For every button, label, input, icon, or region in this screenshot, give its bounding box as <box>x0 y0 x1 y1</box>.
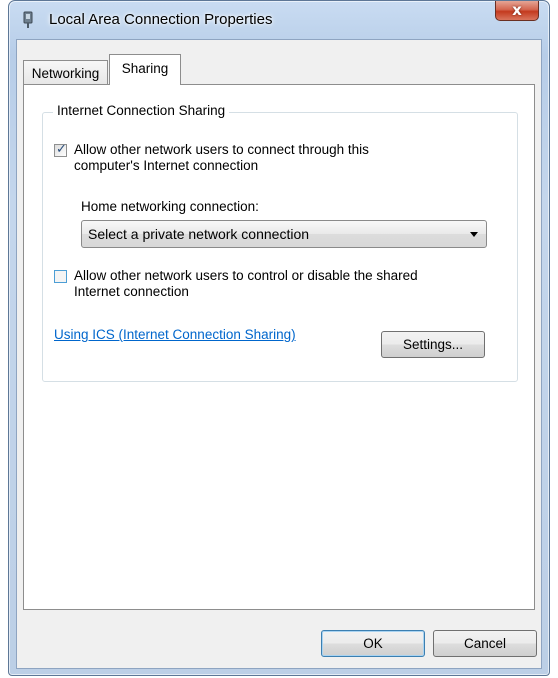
title-bar[interactable]: Local Area Connection Properties x <box>9 1 549 39</box>
home-networking-label: Home networking connection: <box>81 199 259 214</box>
checkmark-icon: ✓ <box>56 142 67 157</box>
tab-networking[interactable]: Networking <box>23 60 108 84</box>
home-networking-select[interactable]: Select a private network connection <box>81 220 487 248</box>
close-button[interactable]: x <box>495 1 539 21</box>
cancel-button[interactable]: Cancel <box>433 630 537 657</box>
home-networking-select-value: Select a private network connection <box>88 226 310 242</box>
sharing-tab-panel: Internet Connection Sharing ✓ Allow othe… <box>23 84 535 610</box>
ics-help-link[interactable]: Using ICS (Internet Connection Sharing) <box>54 327 296 342</box>
close-icon: x <box>512 1 522 19</box>
allow-control-label[interactable]: Allow other network users to control or … <box>74 268 434 300</box>
network-adapter-icon <box>22 11 34 29</box>
allow-connect-checkbox[interactable]: ✓ <box>54 142 67 157</box>
settings-button[interactable]: Settings... <box>381 331 485 358</box>
dialog-client-area: Networking Sharing Internet Connection S… <box>16 39 542 669</box>
allow-connect-label[interactable]: Allow other network users to connect thr… <box>74 142 434 174</box>
window-title: Local Area Connection Properties <box>49 11 273 28</box>
allow-control-checkbox[interactable] <box>54 270 67 283</box>
group-title: Internet Connection Sharing <box>53 103 230 118</box>
ok-button[interactable]: OK <box>321 630 425 657</box>
internet-connection-sharing-group: Internet Connection Sharing ✓ Allow othe… <box>42 103 518 382</box>
properties-window: Local Area Connection Properties x Netwo… <box>8 0 550 676</box>
tab-sharing[interactable]: Sharing <box>109 54 181 85</box>
dropdown-arrow-icon <box>470 232 478 237</box>
